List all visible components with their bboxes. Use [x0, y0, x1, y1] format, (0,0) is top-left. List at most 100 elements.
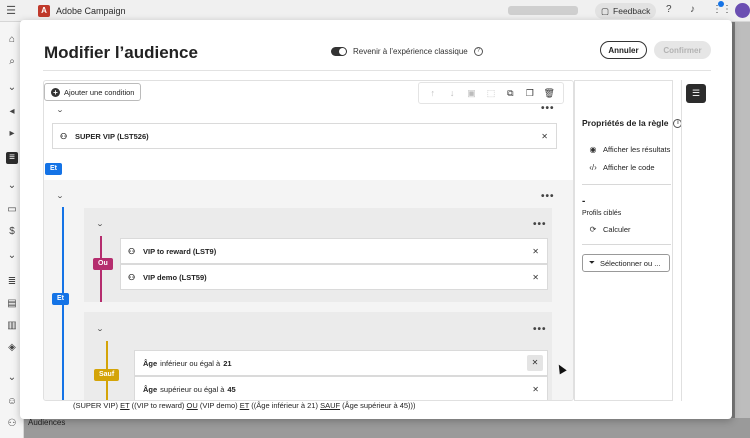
background-content [735, 22, 750, 418]
close-icon[interactable]: ✕ [527, 355, 543, 371]
chevron-icon[interactable]: ⌄ [6, 250, 18, 262]
app-name: Adobe Campaign [56, 5, 126, 16]
chevron-icon[interactable]: ⌄ [6, 180, 18, 192]
home-icon[interactable]: ⌂ [6, 34, 18, 46]
calculate-button[interactable]: ⟳ Calculer [588, 225, 631, 234]
bell-icon[interactable]: ♪ [690, 4, 695, 15]
person-icon[interactable]: ☺ [6, 396, 18, 408]
menu-icon[interactable]: ☰ [0, 4, 22, 17]
condition-card[interactable]: ⚇ VIP to reward (LST9) ✕ [120, 238, 548, 264]
megaphone-icon[interactable]: ◂ [6, 106, 18, 118]
apps-grid-icon[interactable]: ⋮⋮ [712, 4, 732, 15]
shield-icon[interactable]: ◈ [6, 342, 18, 354]
close-icon[interactable]: ✕ [532, 385, 539, 394]
dollar-icon[interactable]: $ [6, 226, 18, 238]
avatar[interactable] [735, 3, 750, 18]
delete-icon[interactable]: 🗑 [543, 87, 555, 99]
show-code-link[interactable]: ‹/› Afficher le code [588, 163, 654, 172]
condition-card[interactable]: Âge supérieur ou égal à 45 ✕ [134, 376, 548, 400]
add-condition-button[interactable]: + Ajouter une condition [44, 83, 142, 101]
plus-icon: + [51, 87, 60, 97]
condition-operator: inférieur ou égal à [160, 358, 221, 368]
more-icon[interactable]: ••• [541, 103, 555, 114]
expr-operator: ET [239, 401, 250, 410]
more-icon[interactable]: ••• [533, 219, 547, 230]
panel-title: Propriétés de la règle i [582, 118, 683, 128]
app-header: ☰ A Adobe Campaign ▢ Feedback ? ♪ ⋮⋮ [0, 0, 750, 22]
expr-operator: ET [120, 401, 130, 410]
editor-toolbar: ↑ ↓ ▣ ⬚ ⧉ ❐ 🗑 [418, 82, 564, 104]
operator-sauf[interactable]: Sauf [94, 369, 120, 381]
close-icon[interactable]: ✕ [532, 247, 539, 256]
panel-separator [582, 244, 671, 245]
help-icon[interactable]: ? [666, 4, 672, 15]
expr-part: (Âge supérieur à 45))) [340, 401, 416, 410]
chevron-down-icon[interactable]: ⌄ [56, 106, 64, 114]
rule-expression: (SUPER VIP) ET ((VIP to reward) OU (VIP … [73, 401, 416, 410]
ungroup-icon[interactable]: ⬚ [485, 87, 497, 99]
folder-icon[interactable]: ▤ [6, 298, 18, 310]
show-results-label: Afficher les résultats [603, 145, 671, 154]
condition-label: SUPER VIP (LST526) [75, 131, 149, 141]
rule-editor: ⌄ ••• ⚇ SUPER VIP (LST526) ✕ Et ⌄ ••• Et… [43, 80, 574, 401]
more-icon[interactable]: ••• [533, 324, 547, 335]
org-switcher[interactable] [508, 6, 578, 15]
group-icon[interactable]: ▣ [466, 87, 478, 99]
close-icon[interactable]: ✕ [541, 132, 548, 141]
chat-icon: ▢ [601, 5, 610, 16]
copy-icon[interactable]: ❐ [524, 87, 536, 99]
send-icon[interactable]: ▸ [6, 128, 18, 140]
classic-experience-toggle[interactable] [331, 47, 347, 56]
expr-part: (VIP demo) [197, 401, 240, 410]
confirm-button[interactable]: Confirmer [654, 41, 711, 59]
operator-ou[interactable]: Ou [93, 258, 113, 270]
calculate-label: Calculer [603, 225, 631, 234]
dialog-title: Modifier l’audience [44, 43, 198, 62]
message-icon[interactable]: ▭ [6, 204, 18, 216]
targeted-count: - [582, 196, 586, 207]
chart-icon[interactable]: ▥ [6, 320, 18, 332]
chevron-icon[interactable]: ⌄ [6, 82, 18, 94]
chevron-down-icon[interactable]: ⌄ [96, 325, 104, 333]
condition-field: Âge [143, 358, 158, 368]
chevron-down-icon[interactable]: ⌄ [56, 192, 64, 200]
arrow-down-icon[interactable]: ↓ [446, 87, 458, 99]
select-or-label: Sélectionner ou ... [600, 258, 661, 268]
chevron-icon[interactable]: ⌄ [6, 372, 18, 384]
nav-item-audiences[interactable]: Audiences [28, 418, 65, 427]
feedback-label: Feedback [613, 6, 651, 16]
settings-sliders-icon[interactable]: ☰ [686, 84, 706, 103]
audiences-icon[interactable]: ⚇ [6, 418, 18, 430]
campaign-icon[interactable]: ≡ [6, 152, 18, 164]
help-icon[interactable]: ? [473, 47, 483, 56]
chevron-down-icon[interactable]: ⌄ [96, 220, 104, 228]
show-results-link[interactable]: ◉ Afficher les résultats [588, 145, 671, 154]
edit-audience-dialog: Modifier l’audience Revenir à l’expérien… [20, 20, 732, 419]
expr-part: ((Âge inférieur à 21) [249, 401, 321, 410]
audience-icon: ⚇ [128, 272, 136, 282]
condition-card[interactable]: ⚇ VIP demo (LST59) ✕ [120, 264, 548, 290]
operator-et[interactable]: Et [45, 163, 62, 175]
close-icon[interactable]: ✕ [532, 273, 539, 282]
background-nav-footer: Audiences [24, 418, 750, 438]
condition-label: VIP demo (LST59) [143, 272, 207, 282]
panel-title-text: Propriétés de la règle [582, 118, 669, 128]
adobe-logo-icon: A [38, 4, 50, 17]
audience-icon: ⚇ [128, 246, 136, 256]
header-divider [43, 70, 711, 71]
duplicate-icon[interactable]: ⧉ [504, 87, 516, 99]
cancel-button[interactable]: Annuler [600, 41, 647, 59]
refresh-icon: ⟳ [589, 225, 597, 234]
list-icon[interactable]: ≣ [6, 276, 18, 288]
condition-card[interactable]: Âge inférieur ou égal à 21 ✕ [134, 350, 548, 376]
arrow-up-icon[interactable]: ↑ [427, 87, 439, 99]
condition-card[interactable]: ⚇ SUPER VIP (LST526) ✕ [52, 123, 557, 149]
classic-experience-toggle-group: Revenir à l’expérience classique ? [331, 47, 483, 56]
operator-et[interactable]: Et [52, 293, 69, 305]
search-icon[interactable]: ⌕ [6, 56, 18, 68]
rail-divider [681, 80, 682, 401]
more-icon[interactable]: ••• [541, 191, 555, 202]
condition-label: VIP to reward (LST9) [143, 246, 217, 256]
feedback-button[interactable]: ▢ Feedback [595, 3, 657, 19]
select-or-button[interactable]: ⏷ Sélectionner ou ... [582, 254, 670, 272]
